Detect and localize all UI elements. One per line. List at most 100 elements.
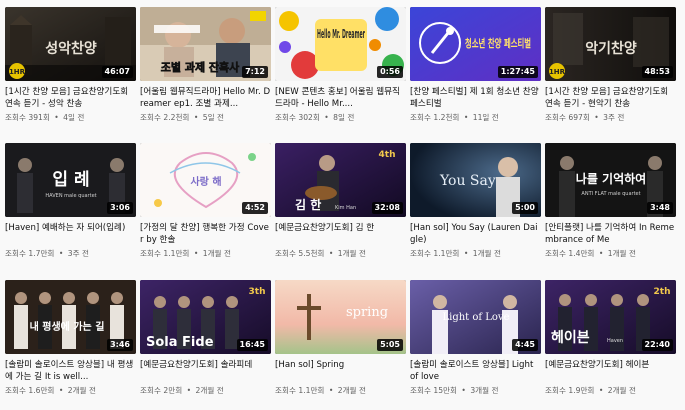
duration-badge: 3:06: [107, 202, 133, 214]
video-meta: 조회수 15만회 • 3개월 전: [410, 386, 499, 395]
video-card[interactable]: 김 한 Kim Han 4th 32:08 [예문금요찬양기도회] 김 한 조회…: [275, 143, 406, 259]
upload-age: 4일 전: [63, 113, 85, 122]
view-count: 조회수 15만회: [410, 386, 458, 395]
video-thumbnail[interactable]: Hello Mr. Dreamer 0:56: [275, 7, 406, 81]
thumbnail-subtitle: HAVEN male quartet: [45, 193, 96, 199]
video-card[interactable]: Light of Love 4:45 [솔람미 솔로이스트 앙상블] Light…: [410, 280, 541, 396]
video-card[interactable]: 악기찬양 1HR 48:53 [1시간 찬양 모음] 금요찬양기도회 연속 듣기…: [545, 7, 676, 123]
video-card[interactable]: 성악찬양 1HR 46:07 [1시간 찬양 모음] 금요찬양기도회 연속 듣기…: [5, 7, 136, 123]
video-title[interactable]: [Han sol] Spring: [275, 359, 406, 383]
duration-badge: 0:56: [377, 66, 403, 78]
thumbnail-title: spring: [346, 305, 388, 320]
view-count: 조회수 1.6만회: [5, 386, 55, 395]
video-title[interactable]: [솔람미 솔로이스트 앙상블] Light of love: [410, 359, 541, 383]
view-count: 조회수 1.1만회: [410, 249, 460, 258]
video-thumbnail[interactable]: 헤이븐 Haven 2th 22:40: [545, 280, 676, 354]
thumbnail-title: Light of Love: [442, 312, 509, 323]
video-thumbnail[interactable]: Light of Love 4:45: [410, 280, 541, 354]
video-thumbnail[interactable]: 김 한 Kim Han 4th 32:08: [275, 143, 406, 217]
video-card[interactable]: 내 평생에 가는 길 3:46 [솔람미 솔로이스트 앙상블] 내 평생에 가는…: [5, 280, 136, 396]
video-thumbnail[interactable]: 나를 기억하여 ANTI FLAT male quartet 3:48: [545, 143, 676, 217]
video-card[interactable]: Sola Fide 3th 16:45 [예문금요찬양기도회] 솔라피데 조회수…: [140, 280, 271, 396]
thumbnail-title: 조별 과제 잔혹사: [161, 60, 240, 74]
video-thumbnail[interactable]: You Say 5:00: [410, 143, 541, 217]
badge-1hr: 1HR: [549, 68, 566, 76]
duration-badge: 3:46: [107, 339, 133, 351]
video-card[interactable]: spring 5:05 [Han sol] Spring 조회수 1.1만회 •…: [275, 280, 406, 396]
view-count: 조회수 1.9만회: [545, 386, 595, 395]
view-count: 조회수 1.1만회: [275, 386, 325, 395]
video-card[interactable]: 헤이븐 Haven 2th 22:40 [예문금요찬양기도회] 헤이븐 조회수 …: [545, 280, 676, 396]
video-thumbnail[interactable]: spring 5:05: [275, 280, 406, 354]
video-title[interactable]: [솔람미 솔로이스트 앙상블] 내 평생에 가는 길 It is well...: [5, 359, 136, 383]
thumbnail-subtitle: Kim Han: [335, 205, 356, 211]
video-meta: 조회수 1.9만회 • 2개월 전: [545, 386, 636, 395]
upload-age: 3주 전: [603, 113, 625, 122]
video-title[interactable]: [어울림 웹뮤직드라마] Hello Mr. Dreamer ep1. 조별 과…: [140, 86, 271, 110]
video-title[interactable]: [1시간 찬양 모음] 금요찬양기도회 연속 듣기 - 성악 찬송: [5, 86, 136, 110]
video-title[interactable]: [가정의 달 찬양] 행복한 가정 Cover by 한솔: [140, 222, 271, 246]
video-meta: 조회수 1.1만회 • 1개월 전: [140, 249, 231, 258]
badge-1hr: 1HR: [9, 68, 26, 76]
video-thumbnail[interactable]: 성악찬양 1HR 46:07: [5, 7, 136, 81]
video-thumbnail[interactable]: 사랑 해 4:52: [140, 143, 271, 217]
video-card[interactable]: 입 례 HAVEN male quartet 3:06 [Haven] 예배하는…: [5, 143, 136, 259]
video-title[interactable]: [예문금요찬양기도회] 김 한: [275, 222, 406, 246]
upload-age: 11일 전: [472, 113, 499, 122]
video-title[interactable]: [1시간 찬양 모음] 금요찬양기도회 연속 듣기 - 현악기 찬송: [545, 86, 676, 110]
video-title[interactable]: [예문금요찬양기도회] 솔라피데: [140, 359, 271, 383]
video-meta: 조회수 2만회 • 2개월 전: [140, 386, 224, 395]
video-title[interactable]: [NEW 콘텐츠 홍보] 어울림 웹뮤직드라마 - Hello Mr....: [275, 86, 406, 110]
video-card[interactable]: You Say 5:00 [Han sol] You Say (Lauren D…: [410, 143, 541, 259]
thumbnail-title: 사랑 해: [190, 175, 221, 188]
video-title[interactable]: [찬양 페스티벌] 제 1회 청소년 찬양 페스티벌: [410, 86, 541, 110]
video-meta: 조회수 697회 • 3주 전: [545, 113, 625, 122]
upload-age: 8일 전: [333, 113, 355, 122]
duration-badge: 3:48: [647, 202, 673, 214]
video-thumbnail[interactable]: Sola Fide 3th 16:45: [140, 280, 271, 354]
video-card[interactable]: Hello Mr. Dreamer 0:56 [NEW 콘텐츠 홍보] 어울림 …: [275, 7, 406, 123]
thumbnail-title: 김 한: [295, 197, 321, 212]
thumbnail-subtitle: Haven: [607, 338, 623, 344]
thumbnail-title: You Say: [439, 173, 496, 189]
upload-age: 2개월 전: [195, 386, 224, 395]
duration-badge: 32:08: [371, 202, 403, 214]
duration-badge: 48:53: [641, 66, 673, 78]
duration-badge: 22:40: [641, 339, 673, 351]
view-count: 조회수 1.1만회: [140, 249, 190, 258]
video-card[interactable]: 나를 기억하여 ANTI FLAT male quartet 3:48 [안티플…: [545, 143, 676, 259]
video-card[interactable]: 사랑 해 4:52 [가정의 달 찬양] 행복한 가정 Cover by 한솔 …: [140, 143, 271, 259]
upload-age: 1개월 전: [202, 249, 231, 258]
video-thumbnail[interactable]: 청소년 찬양 페스티벌 1:27:45: [410, 7, 541, 81]
upload-age: 2개월 전: [67, 386, 96, 395]
video-title[interactable]: [안티플랫] 나를 기억하여 In Remembrance of Me: [545, 222, 676, 246]
video-title[interactable]: [Haven] 예배하는 자 되어(입례): [5, 222, 136, 246]
thumbnail-title: 악기찬양: [585, 40, 637, 57]
video-meta: 조회수 1.7만회 • 3주 전: [5, 249, 89, 258]
video-title[interactable]: [Han sol] You Say (Lauren Daigle): [410, 222, 541, 246]
thumbnail-title: 헤이븐: [551, 329, 590, 346]
video-meta: 조회수 1.6만회 • 2개월 전: [5, 386, 96, 395]
view-count: 조회수 5.5천회: [275, 249, 325, 258]
video-title[interactable]: [예문금요찬양기도회] 헤이븐: [545, 359, 676, 383]
thumbnail-title: Hello Mr. Dreamer: [317, 27, 365, 41]
duration-badge: 1:27:45: [497, 66, 538, 78]
duration-badge: 7:12: [242, 66, 268, 78]
thumbnail-title: Sola Fide: [146, 335, 214, 350]
view-count: 조회수 391회: [5, 113, 50, 122]
video-card[interactable]: 청소년 찬양 페스티벌 1:27:45 [찬양 페스티벌] 제 1회 청소년 찬…: [410, 7, 541, 123]
view-count: 조회수 2.2천회: [140, 113, 190, 122]
video-meta: 조회수 1.4만회 • 1개월 전: [545, 249, 636, 258]
video-meta: 조회수 5.5천회 • 1개월 전: [275, 249, 366, 258]
video-thumbnail[interactable]: 악기찬양 1HR 48:53: [545, 7, 676, 81]
video-card[interactable]: 조별 과제 잔혹사 7:12 [어울림 웹뮤직드라마] Hello Mr. Dr…: [140, 7, 271, 123]
video-thumbnail[interactable]: 조별 과제 잔혹사 7:12: [140, 7, 271, 81]
upload-age: 1개월 전: [472, 249, 501, 258]
video-thumbnail[interactable]: 입 례 HAVEN male quartet 3:06: [5, 143, 136, 217]
upload-age: 1개월 전: [607, 249, 636, 258]
video-grid: 성악찬양 1HR 46:07 [1시간 찬양 모음] 금요찬양기도회 연속 듣기…: [0, 0, 685, 410]
video-meta: 조회수 2.2천회 • 5일 전: [140, 113, 224, 122]
duration-badge: 4:45: [512, 339, 538, 351]
video-thumbnail[interactable]: 내 평생에 가는 길 3:46: [5, 280, 136, 354]
duration-badge: 4:52: [242, 202, 268, 214]
